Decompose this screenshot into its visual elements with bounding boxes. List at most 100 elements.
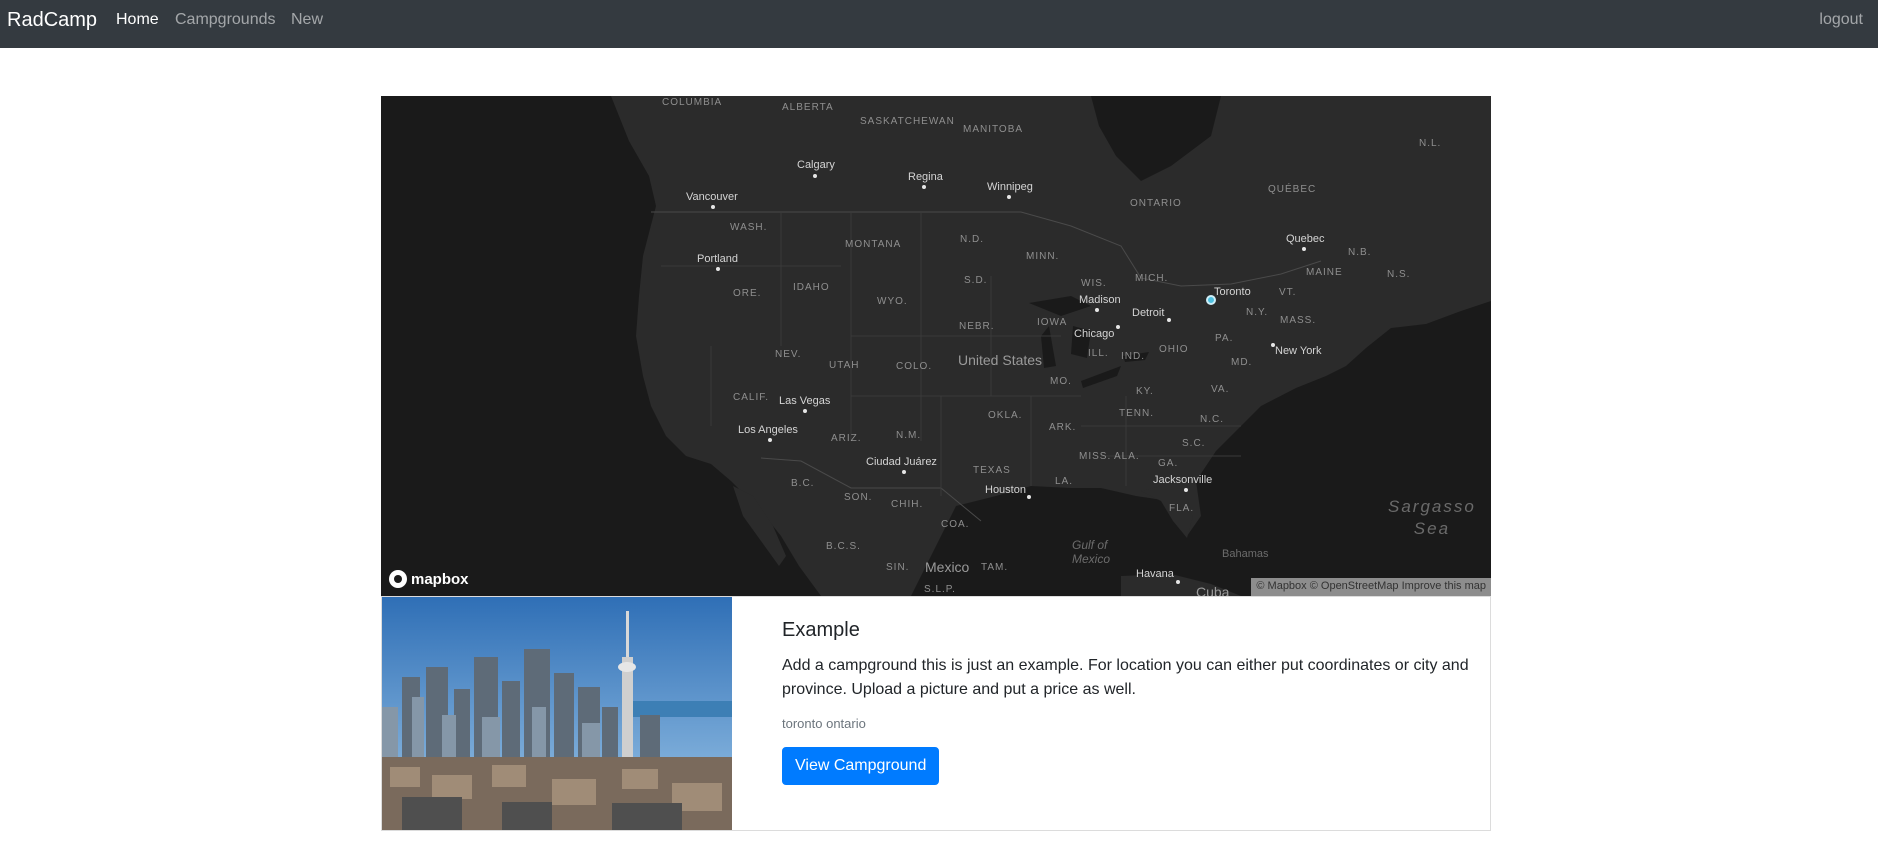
map-label-coa: COA. xyxy=(941,519,970,530)
city-label-vancouver: Vancouver xyxy=(686,191,738,203)
campground-title: Example xyxy=(782,619,860,641)
campground-location: toronto ontario xyxy=(782,716,866,731)
map-label-tenn: TENN. xyxy=(1119,408,1154,419)
campground-marker[interactable] xyxy=(1206,295,1216,305)
campground-card: Example Add a campground this is just an… xyxy=(381,596,1491,831)
country-label-mexico: Mexico xyxy=(925,559,970,575)
map-label-calif: CALIF. xyxy=(733,392,770,403)
attribution-mapbox-link[interactable]: © Mapbox xyxy=(1256,580,1306,592)
map-label-maine: MAINE xyxy=(1306,267,1343,278)
city-dot xyxy=(716,267,720,271)
map-label-manitoba: MANITOBA xyxy=(963,124,1024,135)
map-label-wyo: WYO. xyxy=(877,296,908,307)
mapbox-logo[interactable]: mapbox xyxy=(389,570,469,588)
campground-image xyxy=(382,597,732,830)
map-label-chih: CHIH. xyxy=(891,499,924,510)
map-label-ontario: ONTARIO xyxy=(1130,198,1182,209)
city-dot xyxy=(902,470,906,474)
city-dot xyxy=(711,205,715,209)
water-label-bahamas: Bahamas xyxy=(1222,548,1269,560)
city-label-havana: Havana xyxy=(1136,568,1174,580)
city-dot xyxy=(813,174,817,178)
city-dot xyxy=(1302,247,1306,251)
nav-link-home[interactable]: Home xyxy=(116,11,159,29)
map-label-sin: SIN. xyxy=(886,562,910,573)
city-label-portland: Portland xyxy=(697,253,738,265)
city-label-winnipeg: Winnipeg xyxy=(987,181,1033,193)
attribution-improve-link[interactable]: Improve this map xyxy=(1402,580,1486,592)
city-dot xyxy=(1116,325,1120,329)
map-label-mass: MASS. xyxy=(1280,315,1317,326)
map-label-ind: IND. xyxy=(1121,351,1145,362)
mapbox-logo-icon xyxy=(389,570,407,588)
map-label-montana: MONTANA xyxy=(845,239,902,250)
map-label-minn: MINN. xyxy=(1026,251,1060,262)
city-dot xyxy=(1007,195,1011,199)
campground-map[interactable]: COLUMBIA ALBERTA SASKATCHEWAN MANITOBA O… xyxy=(381,96,1491,596)
map-label-mich: MICH. xyxy=(1135,273,1169,284)
map-label-ns: N.S. xyxy=(1387,269,1411,280)
city-label-los-angeles: Los Angeles xyxy=(738,424,798,436)
map-label-ill: ILL. xyxy=(1088,348,1109,359)
map-label-nm: N.M. xyxy=(896,430,922,441)
nav-link-new[interactable]: New xyxy=(291,11,323,29)
map-label-nev: NEV. xyxy=(775,349,802,360)
map-label-mo: MO. xyxy=(1050,376,1072,387)
map-label-columbia: COLUMBIA xyxy=(662,97,723,108)
city-label-regina: Regina xyxy=(908,171,943,183)
map-label-idaho: IDAHO xyxy=(793,282,830,293)
view-campground-button[interactable]: View Campground xyxy=(782,747,940,785)
city-dot xyxy=(1271,343,1275,347)
map-label-nd: N.D. xyxy=(960,234,984,245)
card-body: Example Add a campground this is just an… xyxy=(782,619,1472,785)
map-label-alberta: ALBERTA xyxy=(782,102,834,113)
map-label-va: VA. xyxy=(1211,384,1230,395)
map-label-sc: S.C. xyxy=(1182,438,1206,449)
city-dot xyxy=(922,185,926,189)
city-label-madison: Madison xyxy=(1079,294,1121,306)
city-dot xyxy=(1176,580,1180,584)
map-label-ky: KY. xyxy=(1136,386,1154,397)
map-label-ala: ALA. xyxy=(1114,451,1140,462)
map-label-vt: VT. xyxy=(1279,287,1297,298)
map-label-sd: S.D. xyxy=(964,275,988,286)
map-label-saskatchewan: SASKATCHEWAN xyxy=(860,116,955,127)
brand-link[interactable]: RadCamp xyxy=(7,9,97,32)
attribution-osm-link[interactable]: © OpenStreetMap xyxy=(1310,580,1399,592)
map-label-ga: GA. xyxy=(1158,458,1179,469)
water-label-sargasso-sea: Sargasso Sea xyxy=(1388,497,1476,538)
city-dot xyxy=(803,409,807,413)
city-label-detroit: Detroit xyxy=(1132,307,1165,319)
mapbox-logo-text: mapbox xyxy=(411,570,469,588)
city-label-quebec: Quebec xyxy=(1286,233,1325,245)
city-dot xyxy=(1095,308,1099,312)
country-label-cuba: Cuba xyxy=(1196,584,1230,596)
map-label-tam: TAM. xyxy=(981,562,1009,573)
city-dot xyxy=(1027,495,1031,499)
map-label-bcs: B.C.S. xyxy=(826,541,861,552)
nav-link-campgrounds[interactable]: Campgrounds xyxy=(175,11,276,29)
map-label-okla: OKLA. xyxy=(988,410,1023,421)
map-label-miss: MISS. xyxy=(1079,451,1112,462)
city-label-new-york: New York xyxy=(1275,345,1322,357)
map-label-nebr: NEBR. xyxy=(959,321,995,332)
map-label-la: LA. xyxy=(1055,476,1074,487)
toronto-skyline-image xyxy=(382,597,732,830)
map-label-ariz: ARIZ. xyxy=(831,433,862,444)
map-label-nl: N.L. xyxy=(1419,138,1442,149)
map-label-fla: FLA. xyxy=(1169,503,1195,514)
navbar: RadCamp Home Campgrounds New logout xyxy=(0,0,1878,48)
map-label-iowa: IOWA xyxy=(1037,317,1068,328)
city-label-chicago: Chicago xyxy=(1074,328,1115,340)
logout-link[interactable]: logout xyxy=(1819,11,1863,29)
city-dot xyxy=(768,438,772,442)
water-label-gulf-of-mexico: Gulf of Mexico xyxy=(1072,538,1111,566)
map-attribution: © Mapbox © OpenStreetMap Improve this ma… xyxy=(1251,578,1491,596)
map-label-texas: TEXAS xyxy=(973,465,1011,476)
city-dot xyxy=(1184,488,1188,492)
map-label-son: SON. xyxy=(844,492,873,503)
campground-description: Add a campground this is just an example… xyxy=(782,657,1469,698)
city-dot xyxy=(1167,318,1171,322)
map-label-ore: ORE. xyxy=(733,288,762,299)
map-label-ny: N.Y. xyxy=(1246,307,1269,318)
